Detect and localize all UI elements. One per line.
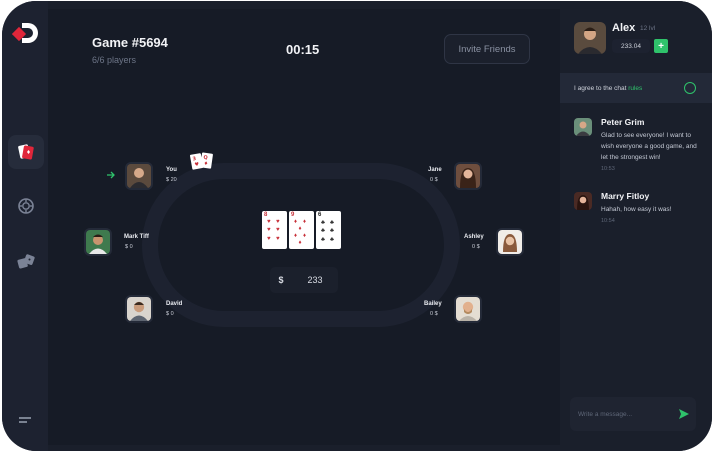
card-suit: ♦ <box>294 233 298 239</box>
message-input[interactable] <box>578 407 672 421</box>
message-time: 10:54 <box>601 218 615 224</box>
message-text: Glad to see everyone! I want to wish eve… <box>601 132 697 161</box>
seat-chips: $ 0 <box>166 311 174 317</box>
community-cards: 8 ♥ ♥ ♥ ♥ ♥ ♥ 9 ♦ ♦ ♦ ♦ ♦ ♦ 6 ♣ ♣ ♣ ♣ ♣ … <box>262 211 341 249</box>
profile-avatar[interactable] <box>574 22 606 54</box>
rules-link[interactable]: rules <box>628 85 642 92</box>
person-avatar-icon <box>498 230 522 254</box>
chat-panel: Alex 12 lvl 233.04 + I agree to the chat… <box>560 1 712 451</box>
seat-name: You <box>166 167 177 173</box>
app-window: Game #5694 6/6 players 00:15 Invite Frie… <box>2 1 712 451</box>
game-area: Game #5694 6/6 players 00:15 Invite Frie… <box>48 9 560 445</box>
player-avatar-bailey[interactable] <box>454 295 482 323</box>
message-avatar <box>574 192 592 210</box>
players-count: 6/6 players <box>92 55 137 65</box>
seat-chips: 0 $ <box>430 177 438 183</box>
game-title: Game #5694 <box>92 35 168 50</box>
message-time: 10:53 <box>601 166 615 172</box>
community-card: 8 ♥ ♥ ♥ ♥ ♥ ♥ <box>262 211 287 249</box>
player-avatar-you[interactable] <box>125 162 153 190</box>
hand-card-2-suit: ♦ <box>203 161 208 168</box>
person-avatar-icon <box>127 297 151 321</box>
profile-level: 12 lvl <box>640 25 656 32</box>
card-suit: ♣ <box>321 228 325 234</box>
card-suit: ♦ <box>298 226 302 232</box>
playing-cards-icon <box>18 144 34 160</box>
rules-agree-toggle[interactable] <box>684 82 696 94</box>
seat-chips: 0 $ <box>430 311 438 317</box>
chat-rules-bar: I agree to the chat rules <box>560 73 712 103</box>
seat-name: Mark Tiff <box>124 234 149 240</box>
message-composer <box>570 397 696 431</box>
card-suit: ♥ <box>267 236 271 242</box>
card-suit: ♥ <box>267 227 271 233</box>
add-funds-button[interactable]: + <box>654 39 668 53</box>
player-avatar-jane[interactable] <box>454 162 482 190</box>
send-icon[interactable] <box>678 408 690 420</box>
person-avatar-icon <box>86 230 110 254</box>
person-avatar-icon <box>574 22 606 54</box>
card-suit: ♥ <box>276 227 280 233</box>
sidebar <box>2 1 48 451</box>
sidebar-item-dice[interactable] <box>8 245 44 279</box>
poker-chip-icon <box>18 198 34 214</box>
balance-display: 233.04 <box>612 39 650 53</box>
person-avatar-icon <box>127 164 151 188</box>
sidebar-item-cards[interactable] <box>8 135 44 169</box>
message-avatar <box>574 118 592 136</box>
card-suit: ♥ <box>276 219 280 225</box>
seat-name: Ashley <box>464 234 484 240</box>
dice-icon <box>17 254 35 269</box>
seat-name: Bailey <box>424 301 442 307</box>
card-suit: ♥ <box>276 236 280 242</box>
message-text: Hahah, how easy it was! <box>601 206 672 213</box>
player-avatar-mark-tiff[interactable] <box>84 228 112 256</box>
menu-icon[interactable] <box>16 413 34 427</box>
card-suit: ♦ <box>303 219 307 225</box>
seat-chips: $ 20 <box>166 177 177 183</box>
chat-rules-text: I agree to the chat rules <box>574 85 642 92</box>
card-suit: ♣ <box>330 237 334 243</box>
card-suit: ♦ <box>298 240 302 246</box>
seat-chips: $ 0 <box>125 244 133 250</box>
card-suit: ♣ <box>330 228 334 234</box>
pot-amount: 233 <box>307 275 323 285</box>
card-rank: 6 <box>318 212 322 218</box>
person-avatar-icon <box>456 164 480 188</box>
turn-timer: 00:15 <box>286 42 320 57</box>
pot-currency: $ <box>278 275 284 285</box>
pot-display: $ 233 <box>270 267 338 293</box>
person-avatar-icon <box>574 192 592 210</box>
card-suit: ♦ <box>303 233 307 239</box>
card-suit: ♦ <box>294 219 298 225</box>
seat-name: Jane <box>428 167 442 173</box>
card-suit: ♣ <box>321 237 325 243</box>
card-suit: ♣ <box>321 220 325 226</box>
player-avatar-david[interactable] <box>125 295 153 323</box>
community-card: 9 ♦ ♦ ♦ ♦ ♦ ♦ <box>289 211 314 249</box>
rules-agree-label: I agree to the chat <box>574 85 629 92</box>
person-avatar-icon <box>456 297 480 321</box>
card-suit: ♥ <box>267 219 271 225</box>
community-card: 6 ♣ ♣ ♣ ♣ ♣ ♣ <box>316 211 341 249</box>
card-rank: 8 <box>264 212 268 218</box>
invite-friends-button[interactable]: Invite Friends <box>444 34 530 64</box>
profile-name: Alex <box>612 22 636 34</box>
player-hand: 3 ♥ Q ♦ <box>190 152 213 170</box>
seat-name: David <box>166 301 183 307</box>
sidebar-item-chips[interactable] <box>8 189 44 223</box>
card-suit: ♣ <box>330 220 334 226</box>
logo-icon[interactable] <box>12 19 40 47</box>
player-avatar-ashley[interactable] <box>496 228 524 256</box>
seat-chips: 0 $ <box>472 244 480 250</box>
turn-arrow-icon <box>107 171 115 179</box>
message-author: Peter Grim <box>601 117 645 127</box>
message-author: Marry Fitloy <box>601 191 650 201</box>
person-avatar-icon <box>574 118 592 136</box>
card-rank: 9 <box>291 212 295 218</box>
